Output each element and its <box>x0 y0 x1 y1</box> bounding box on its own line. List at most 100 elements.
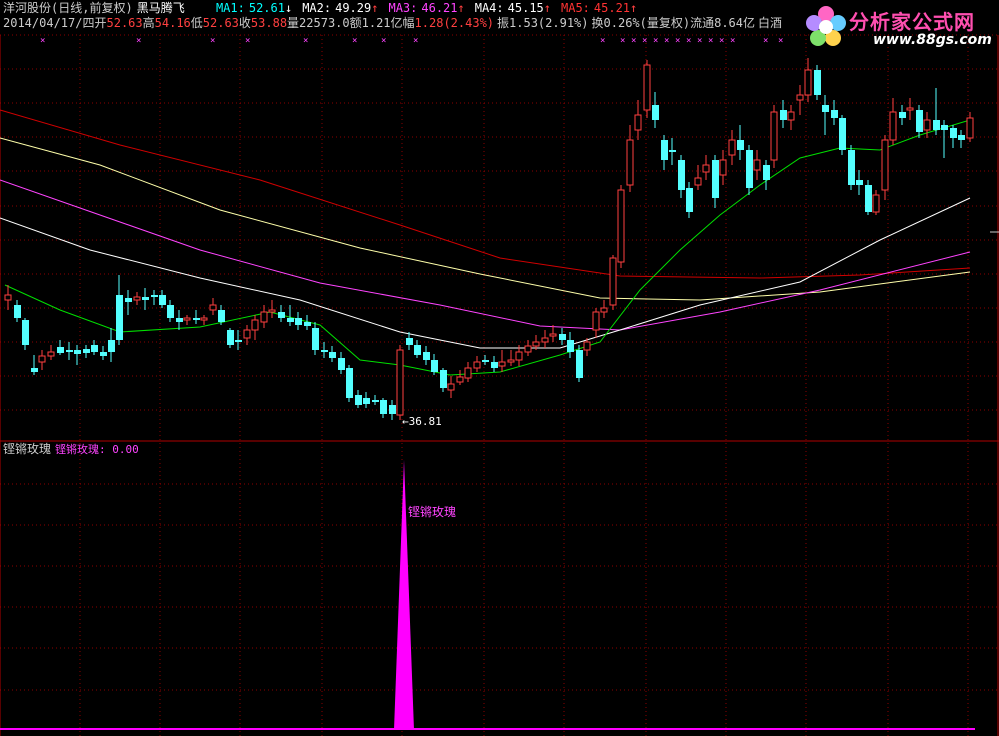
candle-down <box>108 340 115 352</box>
stock-title[interactable]: 洋河股份(日线,前复权) <box>3 1 133 15</box>
candle-up <box>260 311 268 323</box>
candle-down <box>431 360 438 372</box>
candle-up <box>515 351 523 361</box>
candle-up <box>532 341 540 347</box>
ma-value-2: 49.29 <box>335 1 372 15</box>
candle-down <box>831 110 838 118</box>
candle-down <box>661 140 668 160</box>
signal-x-mark: × <box>653 36 658 46</box>
candle-down <box>278 312 285 318</box>
candle-down <box>950 128 957 138</box>
candle-down <box>822 105 829 112</box>
candle-down <box>678 160 685 190</box>
candle-up <box>889 111 897 141</box>
candle-up <box>626 139 634 186</box>
header-line-2: 2014/04/17/四开52.63高54.16低52.63收53.88量225… <box>3 16 782 30</box>
ma-trend-arrow-3: ↑ <box>457 1 465 15</box>
candle-down <box>167 305 174 318</box>
candle-down <box>440 370 447 388</box>
ma2-line <box>0 197 971 349</box>
candle-down <box>321 350 328 352</box>
candle-down <box>142 297 149 300</box>
kline-chart[interactable]: × × × × × × × × × × × × × × × × × × × × × × ←36.81 铿锵玫瑰 铿锵玫瑰 … <box>0 0 999 736</box>
candle-up <box>456 376 464 383</box>
candle-down <box>355 395 362 405</box>
candle-up <box>200 317 208 321</box>
candle-down <box>916 110 923 132</box>
candle-down <box>899 112 906 118</box>
candle-up <box>268 309 276 313</box>
candle-down <box>31 368 38 372</box>
candle-up <box>787 111 795 121</box>
candle-up <box>753 159 761 171</box>
high-label: 高 <box>142 16 155 30</box>
candle-up <box>251 319 259 331</box>
candle-up <box>881 139 889 191</box>
logo-title: 分析家公式网 <box>849 10 975 34</box>
candle-down <box>218 310 225 322</box>
candle-up <box>524 345 532 353</box>
open-price: 52.63 <box>106 16 143 30</box>
candle-down <box>780 110 787 120</box>
signal-label: 铿锵玫瑰 <box>408 504 456 519</box>
candle-up <box>923 119 931 131</box>
ma-trend-arrow-5: ↑ <box>630 1 638 15</box>
candle-up <box>507 359 515 363</box>
lower-indicator-title: 铿锵玫瑰 <box>3 441 51 456</box>
candle-down <box>406 338 413 345</box>
candle-down <box>235 340 242 342</box>
candle-up <box>541 337 549 343</box>
candle-down <box>746 150 753 188</box>
signal-spike <box>394 460 414 730</box>
candle-down <box>380 400 387 414</box>
candle-up <box>643 64 651 111</box>
formula-name[interactable]: 黑马腾飞 <box>137 1 185 15</box>
signal-x-mark: × <box>697 36 702 46</box>
signal-x-mark: × <box>708 36 713 46</box>
candle-up <box>804 69 812 96</box>
signal-x-mark: × <box>381 36 386 46</box>
ma5-line <box>0 109 971 279</box>
ma-trend-arrow-1: ↓ <box>284 1 293 15</box>
candle-down <box>176 318 183 322</box>
logo-url: www.88gs.com <box>873 32 992 48</box>
ma-values: MA1: 52.61↓ MA2: 49.29↑ MA3: 46.21↑ MA4: 45.15↑… <box>216 1 637 15</box>
price-range: 1.28(2.43%) <box>414 16 495 30</box>
ma-value-4: 45.15 <box>507 1 544 15</box>
candle-down <box>346 368 353 398</box>
candle-up <box>133 296 141 301</box>
candle-up <box>447 383 455 391</box>
candle-down <box>100 352 107 356</box>
site-logo[interactable]: 分析家公式网 www.88gs.com <box>803 2 993 54</box>
candle-down <box>287 318 294 322</box>
ma1-line <box>4 119 971 376</box>
signal-x-mark: × <box>675 36 680 46</box>
ma-value-5: 45.21 <box>593 1 631 15</box>
candle-down <box>958 135 965 140</box>
candle-up <box>600 307 608 313</box>
candle-down <box>57 347 64 353</box>
float-capital: 流通8.64亿 <box>690 16 755 30</box>
candle-up <box>47 351 55 357</box>
candle-up <box>906 107 914 111</box>
candle-down <box>559 334 566 340</box>
candle-down <box>389 405 396 414</box>
signal-x-mark: × <box>686 36 691 46</box>
close-price: 53.88 <box>250 16 288 30</box>
signal-x-mark: × <box>413 36 418 46</box>
candle-down <box>856 180 863 185</box>
candle-down <box>482 360 489 362</box>
candle-up <box>583 341 591 351</box>
signal-x-mark: × <box>136 36 141 46</box>
turnover: 换0.26%(量复权) <box>591 16 691 30</box>
candle-down <box>83 349 90 353</box>
signal-x-mark: × <box>600 36 605 46</box>
candle-down <box>22 320 29 345</box>
candle-up <box>770 111 778 161</box>
amount: 额1.21亿 <box>349 16 403 30</box>
close-label: 收 <box>238 16 251 30</box>
signal-x-mark: × <box>245 36 250 46</box>
candle-up <box>243 329 251 339</box>
low-price-marker: ←36.81 <box>402 415 442 428</box>
candle-down <box>652 105 659 120</box>
